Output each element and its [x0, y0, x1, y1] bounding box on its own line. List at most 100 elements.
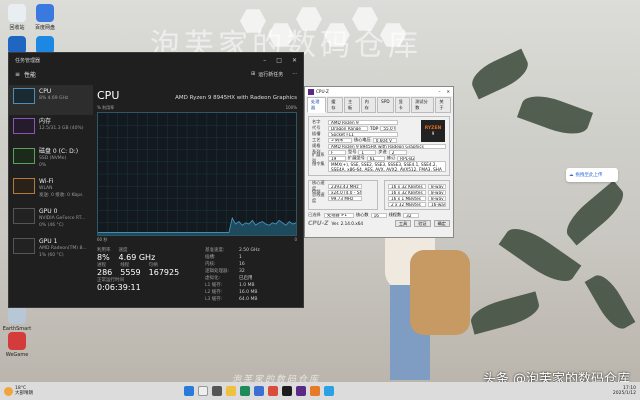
plant-leaf [466, 48, 534, 100]
app-icon[interactable] [324, 386, 334, 396]
cloud-upload-button[interactable]: ☁ 拖拽至此上传 [566, 168, 618, 182]
sidebar-item-gpu0[interactable]: GPU 0 NVIDIA GeForce RT... 0% (46 °C) [9, 205, 93, 235]
processor-select[interactable]: 处理器 #1 [324, 212, 354, 218]
cpuz-window: CPU-Z – ✕ 处理器 缓存 主板 内存 SPD 显卡 测试分数 关于 RYZ… [304, 86, 454, 238]
search-icon[interactable] [198, 386, 208, 396]
codename: Dragon Range [328, 125, 368, 131]
cpuz-title-bar: CPU-Z – ✕ [305, 87, 453, 96]
technology: 5 纳米 [328, 137, 352, 143]
clocks-group: 核心速度2393.43 MHz 倍频x24.0 (4.0 - 54.0) 总线速… [308, 180, 378, 210]
minimize-icon[interactable]: – [263, 57, 266, 64]
cpuz-footer: CPU-Z Ver. 2.14.0.x64 工具 验证 确定 [305, 218, 453, 229]
graph-label-left: % 利用率 [97, 105, 115, 110]
ok-button[interactable]: 确定 [433, 220, 450, 227]
app-icon[interactable] [310, 386, 320, 396]
plant-leaf [584, 270, 636, 334]
cpu-utilization-graph [97, 112, 297, 236]
cpu-graph-svg [98, 113, 297, 235]
processes-value: 286 [97, 268, 113, 277]
desktop-icon[interactable]: EarthSmart [2, 306, 32, 332]
tab-bench[interactable]: 测试分数 [411, 97, 435, 113]
cloud-icon: ☁ [569, 172, 574, 178]
tab-spd[interactable]: SPD [377, 97, 394, 113]
app-icon[interactable] [254, 386, 264, 396]
voltage: 0.604 V [372, 137, 397, 143]
sun-icon [4, 386, 13, 396]
run-new-task-button[interactable]: ⊞ 运行新任务 ··· [251, 71, 297, 78]
disk-thumbnail [13, 148, 35, 164]
sidebar-item-wifi[interactable]: Wi-Fi WLAN 发送: 0 接收: 0 Kbps [9, 175, 93, 205]
title-bar: 任务管理器 – □ ✕ [9, 53, 303, 67]
processor-group: RYZEN 9 名字 AMD Ryzen 9 代号 Dragon Range TDP 55… [308, 116, 450, 176]
threads-value: 5559 [120, 268, 141, 277]
uptime-value: 0:06:39:11 [97, 283, 141, 292]
task-manager-window: 任务管理器 – □ ✕ ≡ 性能 ⊞ 运行新任务 ··· CPU 8% 4.69 … [8, 52, 304, 308]
tab-graphics[interactable]: 显卡 [394, 97, 411, 113]
sidebar-item-disk[interactable]: 磁盘 0 (C: D:) SSD (NVMe) 0% [9, 145, 93, 175]
wifi-thumbnail [13, 178, 35, 194]
utilization-value: 8% [97, 253, 110, 262]
cache-group: 16 x 32 KBytes 8-way 16 x 32 KBytes 8-way … [384, 180, 450, 210]
sidebar-item-memory[interactable]: 内存 12.5/31.3 GB (40%) [9, 115, 93, 145]
close-icon[interactable]: ✕ [292, 57, 297, 64]
graph-time-label: 60 秒 [97, 237, 108, 242]
ryzen-logo: RYZEN 9 [421, 120, 445, 142]
package: Socket FL1 [328, 131, 398, 137]
task-manager-taskbar-icon[interactable] [282, 386, 292, 396]
weather-widget[interactable]: 18°C 大部晴朗 [4, 386, 33, 396]
cpuz-tabs: 处理器 缓存 主板 内存 SPD 显卡 测试分数 关于 [305, 96, 453, 114]
sidebar-item-cpu[interactable]: CPU 8% 4.69 GHz [9, 85, 93, 115]
baidu-netdisk-icon [36, 4, 54, 22]
tab-caches[interactable]: 缓存 [327, 97, 343, 113]
run-task-icon: ⊞ [251, 71, 256, 77]
more-options-icon[interactable]: ··· [292, 71, 297, 77]
cpu-thumbnail [13, 88, 35, 104]
cpu-details: 基准速度: 2.50 GHz 插槽: 1 内核: 16 逻辑处理器: 32 虚拟化: 已启… [205, 248, 260, 302]
app-icon[interactable] [268, 386, 278, 396]
task-view-icon[interactable] [212, 386, 222, 396]
cpu-heading: CPU [97, 89, 120, 102]
cpu-model: AMD Ryzen 9 8945HX with Radeon Graphics [175, 95, 297, 101]
close-icon[interactable]: ✕ [446, 89, 450, 94]
recycle-bin-icon [8, 4, 26, 22]
file-explorer-icon[interactable] [226, 386, 236, 396]
page-header: ≡ 性能 ⊞ 运行新任务 ··· [9, 67, 303, 81]
plant-leaf [559, 180, 631, 246]
version-label: Ver. 2.14.0.x64 [331, 221, 364, 226]
validate-button[interactable]: 验证 [414, 220, 431, 227]
tab-memory[interactable]: 内存 [360, 97, 377, 113]
start-icon[interactable] [184, 386, 194, 396]
clock[interactable]: 17:10 2025/1/12 [613, 386, 636, 396]
app-icon [8, 306, 26, 324]
page-title: 性能 [24, 71, 37, 79]
cpu-panel: CPU AMD Ryzen 9 8945HX with Radeon Graph… [97, 89, 297, 302]
tab-mainboard[interactable]: 主板 [343, 97, 360, 113]
cpuz-logo-icon [308, 88, 314, 95]
window-title: 任务管理器 [15, 57, 41, 64]
cpuz-title: CPU-Z [316, 89, 329, 94]
tools-button[interactable]: 工具 [394, 220, 412, 227]
plant-leaf [516, 88, 594, 142]
instructions: MMX(+), SSE, SSE2, SSE3, SSSE3, SSE4.1, … [328, 161, 446, 172]
desktop-icon[interactable]: 回收站 [2, 4, 32, 31]
speed-value: 4.69 GHz [118, 253, 156, 262]
hamburger-icon[interactable]: ≡ [15, 71, 20, 78]
tdp: 55.0 W [380, 125, 397, 131]
graph-label-right: 100% [285, 105, 297, 110]
desktop-icon[interactable]: WeGame [2, 332, 32, 358]
gpu1-thumbnail [13, 238, 35, 254]
memory-thumbnail [13, 118, 35, 134]
edge-icon[interactable] [240, 386, 250, 396]
taskbar-apps [184, 386, 334, 396]
desktop-icon[interactable]: 百度网盘 [30, 4, 60, 31]
cpu-name: AMD Ryzen 9 [328, 119, 398, 125]
minimize-icon[interactable]: – [438, 89, 440, 94]
gpu0-thumbnail [13, 208, 35, 224]
graph-min-label: 0 [294, 237, 297, 242]
tab-processor[interactable]: 处理器 [307, 97, 327, 113]
maximize-icon[interactable]: □ [276, 57, 282, 64]
tab-about[interactable]: 关于 [435, 97, 451, 113]
cpuz-taskbar-icon[interactable] [296, 386, 306, 396]
sidebar-item-gpu1[interactable]: GPU 1 AMD Radeon(TM) 8... 1% (60 °C) [9, 235, 93, 265]
app-icon [8, 332, 26, 350]
